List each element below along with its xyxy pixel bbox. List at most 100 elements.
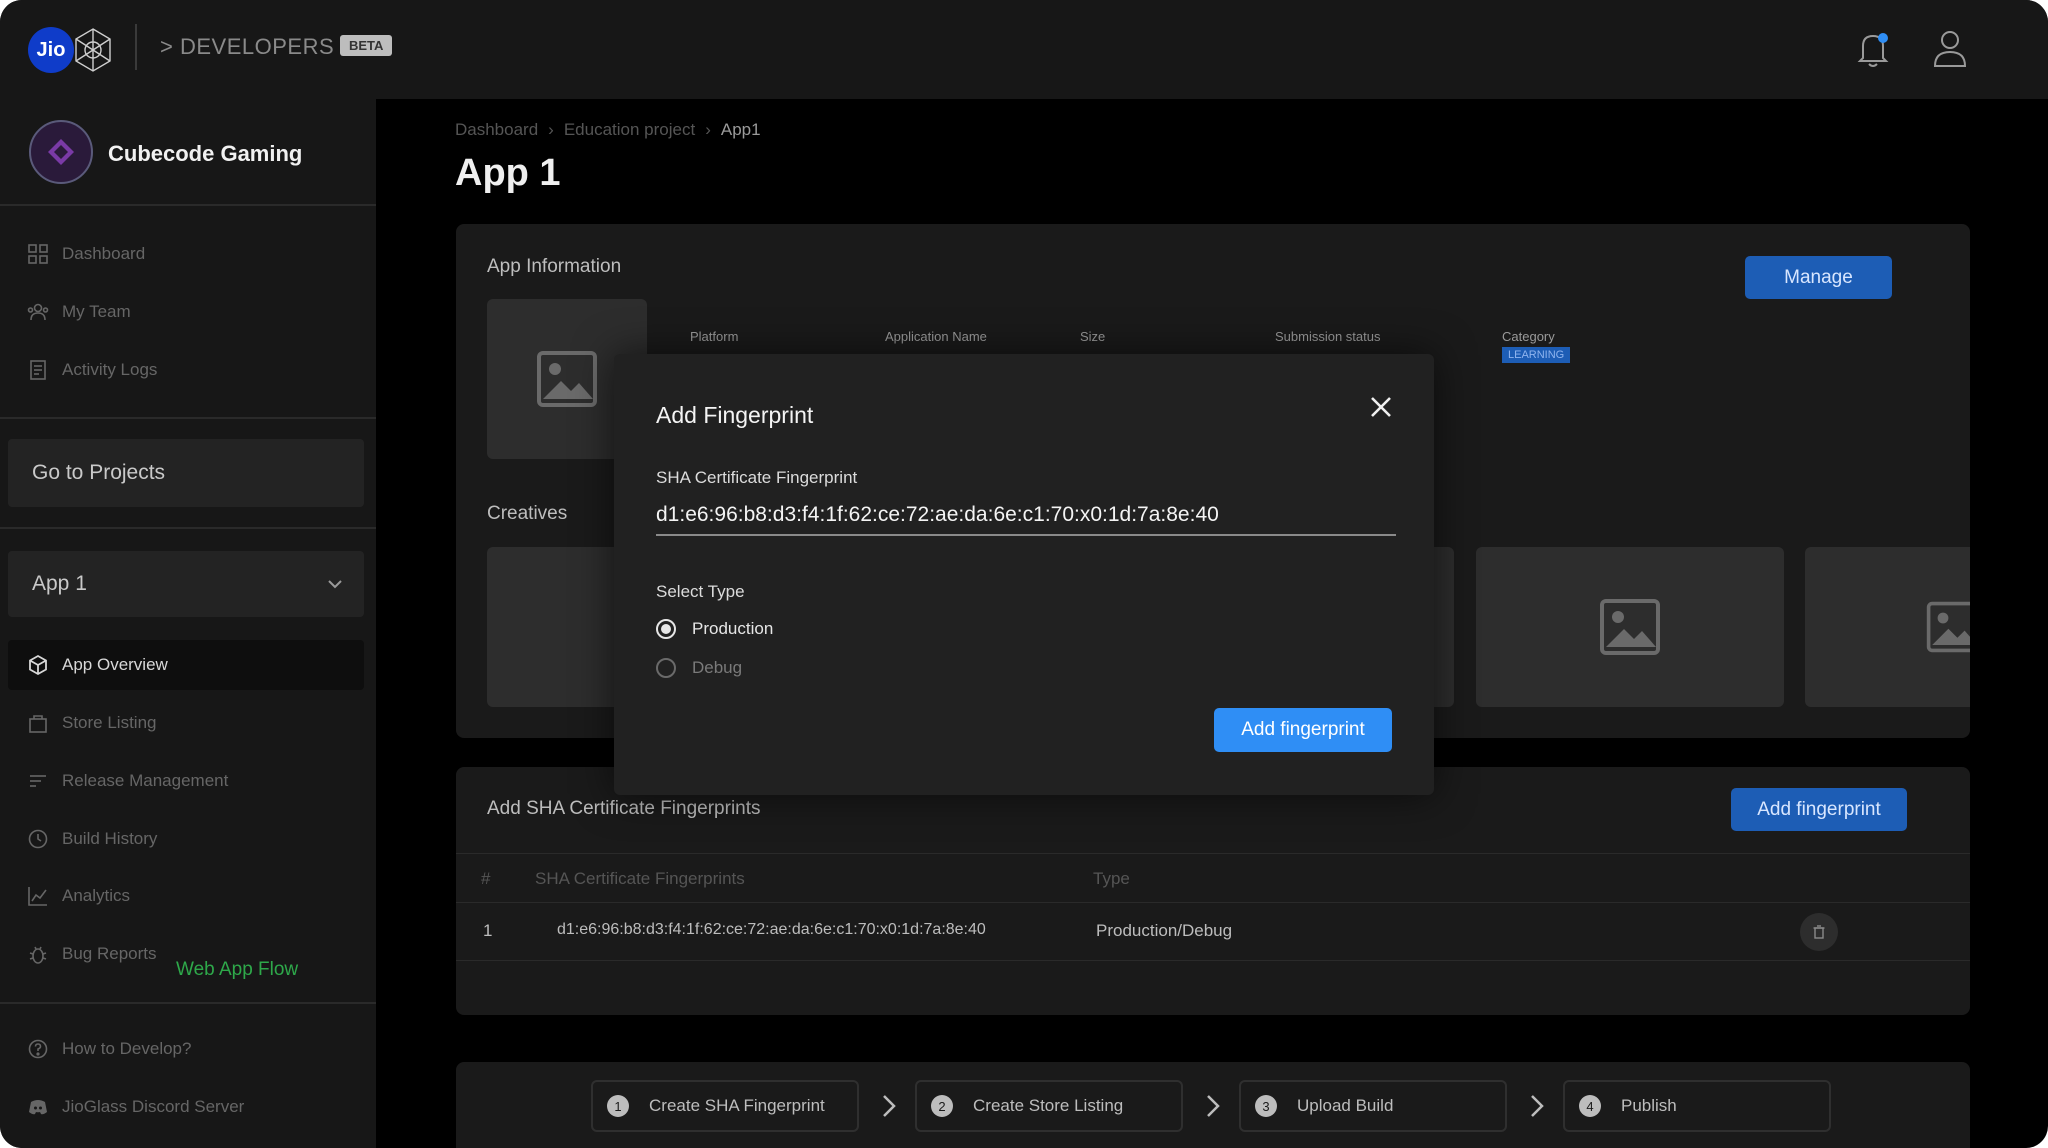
app-selector[interactable]: App 1 xyxy=(8,551,364,617)
trash-icon xyxy=(1813,925,1825,939)
sidebar-divider xyxy=(0,1002,376,1004)
step-create-store-listing[interactable]: 2 Create Store Listing xyxy=(915,1080,1183,1132)
add-fingerprint-button[interactable]: Add fingerprint xyxy=(1731,788,1907,831)
chart-icon xyxy=(28,887,47,906)
column-header-fingerprint: SHA Certificate Fingerprints xyxy=(535,869,745,888)
sidebar-item-how-to-develop[interactable]: How to Develop? xyxy=(27,1034,191,1064)
sidebar-item-release-management[interactable]: Release Management xyxy=(27,766,228,796)
org-avatar[interactable] xyxy=(29,120,93,184)
fingerprint-input[interactable] xyxy=(656,496,1396,536)
sidebar-item-label: JioGlass Discord Server xyxy=(62,1097,245,1116)
sidebar-item-app-overview[interactable]: App Overview xyxy=(27,650,168,680)
close-icon[interactable] xyxy=(1366,392,1396,422)
sidebar-item-activity-logs[interactable]: Activity Logs xyxy=(27,355,157,385)
creative-thumbnail[interactable] xyxy=(1476,547,1784,707)
size-label: Size xyxy=(1080,329,1106,344)
dialog-add-fingerprint-button[interactable]: Add fingerprint xyxy=(1214,708,1392,752)
notification-bell-icon[interactable] xyxy=(1855,26,1891,70)
sidebar-item-label: Analytics xyxy=(62,886,131,905)
sidebar-item-label: Store Listing xyxy=(62,713,157,732)
delete-row-button[interactable] xyxy=(1800,913,1838,951)
sidebar-item-label: Activity Logs xyxy=(62,360,158,379)
application-name-label: Application Name xyxy=(885,329,987,344)
developers-label[interactable]: > DEVELOPERS xyxy=(160,34,334,60)
dialog-title: Add Fingerprint xyxy=(656,402,814,428)
fingerprint-field-label: SHA Certificate Fingerprint xyxy=(656,468,858,487)
platform-label: Platform xyxy=(690,329,739,344)
breadcrumb-separator-icon: › xyxy=(705,120,711,139)
go-to-projects-button[interactable]: Go to Projects xyxy=(8,439,364,507)
step-number: 1 xyxy=(607,1095,629,1117)
radio-label: Debug xyxy=(692,658,743,677)
sidebar-divider xyxy=(0,527,376,529)
image-placeholder-icon xyxy=(537,351,597,407)
row-type: Production/Debug xyxy=(1096,921,1233,940)
breadcrumb-current: App1 xyxy=(720,120,761,139)
step-label: Create Store Listing xyxy=(973,1096,1124,1115)
team-icon xyxy=(27,303,49,321)
radio-debug[interactable]: Debug xyxy=(656,655,742,681)
step-label: Publish xyxy=(1621,1096,1677,1115)
radio-button[interactable] xyxy=(656,658,676,678)
step-label: Upload Build xyxy=(1297,1096,1394,1115)
add-fingerprint-dialog: Add Fingerprint SHA Certificate Fingerpr… xyxy=(614,354,1434,795)
creative-thumbnail[interactable] xyxy=(1805,547,1970,707)
sidebar-item-dashboard[interactable]: Dashboard xyxy=(27,239,145,269)
category-badge: LEARNING xyxy=(1502,347,1571,363)
step-label: Create SHA Fingerprint xyxy=(649,1096,825,1115)
app-selector-label: App 1 xyxy=(32,572,87,595)
breadcrumb-dashboard[interactable]: Dashboard xyxy=(455,120,538,140)
user-profile-icon[interactable] xyxy=(1932,26,1968,70)
jio-logo[interactable]: Jio xyxy=(28,27,74,73)
web-app-flow-label: Web App Flow xyxy=(176,959,299,980)
sidebar: Cubecode Gaming Dashboard My Team Activi… xyxy=(0,99,376,1148)
beta-badge: BETA xyxy=(340,35,393,56)
sidebar-item-build-history[interactable]: Build History xyxy=(27,824,157,854)
breadcrumb-separator-icon: › xyxy=(548,120,554,139)
sidebar-divider xyxy=(0,417,376,419)
top-bar: Jio > DEVELOPERS BETA xyxy=(0,0,2048,99)
list-icon xyxy=(30,775,46,787)
sidebar-item-analytics[interactable]: Analytics xyxy=(27,881,130,911)
page-title: App 1 xyxy=(455,152,561,194)
table-header: # SHA Certificate Fingerprints Type xyxy=(456,853,1970,903)
discord-icon xyxy=(29,1100,47,1115)
step-number: 3 xyxy=(1255,1095,1277,1117)
step-upload-build[interactable]: 3 Upload Build xyxy=(1239,1080,1507,1132)
radio-production[interactable]: Production xyxy=(656,616,773,642)
help-icon xyxy=(28,1039,48,1059)
sidebar-item-label: Release Management xyxy=(62,771,229,790)
header-divider xyxy=(135,24,137,70)
chevron-right-icon xyxy=(1207,1095,1220,1117)
creatives-title: Creatives xyxy=(487,503,568,524)
sidebar-item-label: My Team xyxy=(62,302,131,321)
breadcrumb-project[interactable]: Education project xyxy=(564,120,695,140)
chevron-down-icon xyxy=(328,580,342,589)
radio-button-selected[interactable] xyxy=(656,619,676,639)
cube-icon xyxy=(29,654,47,676)
mesh-logo-icon xyxy=(75,28,111,72)
step-number: 2 xyxy=(931,1095,953,1117)
app-frame: Jio > DEVELOPERS BETA Cubecode Gaming Da… xyxy=(0,0,2048,1148)
sidebar-item-label: Dashboard xyxy=(62,244,146,263)
chevron-right-icon xyxy=(883,1095,896,1117)
step-create-sha-fingerprint[interactable]: 1 Create SHA Fingerprint xyxy=(591,1080,859,1132)
chevron-right-icon xyxy=(1531,1095,1544,1117)
submission-status-label: Submission status xyxy=(1275,329,1381,344)
sidebar-item-store-listing[interactable]: Store Listing xyxy=(27,708,157,738)
bag-icon xyxy=(29,715,47,733)
manage-button[interactable]: Manage xyxy=(1745,256,1892,299)
sidebar-item-label: Bug Reports xyxy=(62,944,157,963)
sidebar-item-bug-reports[interactable]: Bug Reports xyxy=(27,939,157,969)
column-header-type: Type xyxy=(1093,869,1130,888)
sidebar-item-discord[interactable]: JioGlass Discord Server xyxy=(27,1092,244,1122)
sidebar-item-my-team[interactable]: My Team xyxy=(27,297,131,327)
org-name: Cubecode Gaming xyxy=(108,141,303,166)
step-publish[interactable]: 4 Publish xyxy=(1563,1080,1831,1132)
radio-label: Production xyxy=(692,619,774,638)
fingerprints-title: Add SHA Certificate Fingerprints xyxy=(487,798,761,819)
image-placeholder-icon xyxy=(1926,601,1970,653)
sidebar-item-label: App Overview xyxy=(62,655,168,674)
row-divider xyxy=(456,960,1970,961)
dashboard-icon xyxy=(28,244,48,264)
